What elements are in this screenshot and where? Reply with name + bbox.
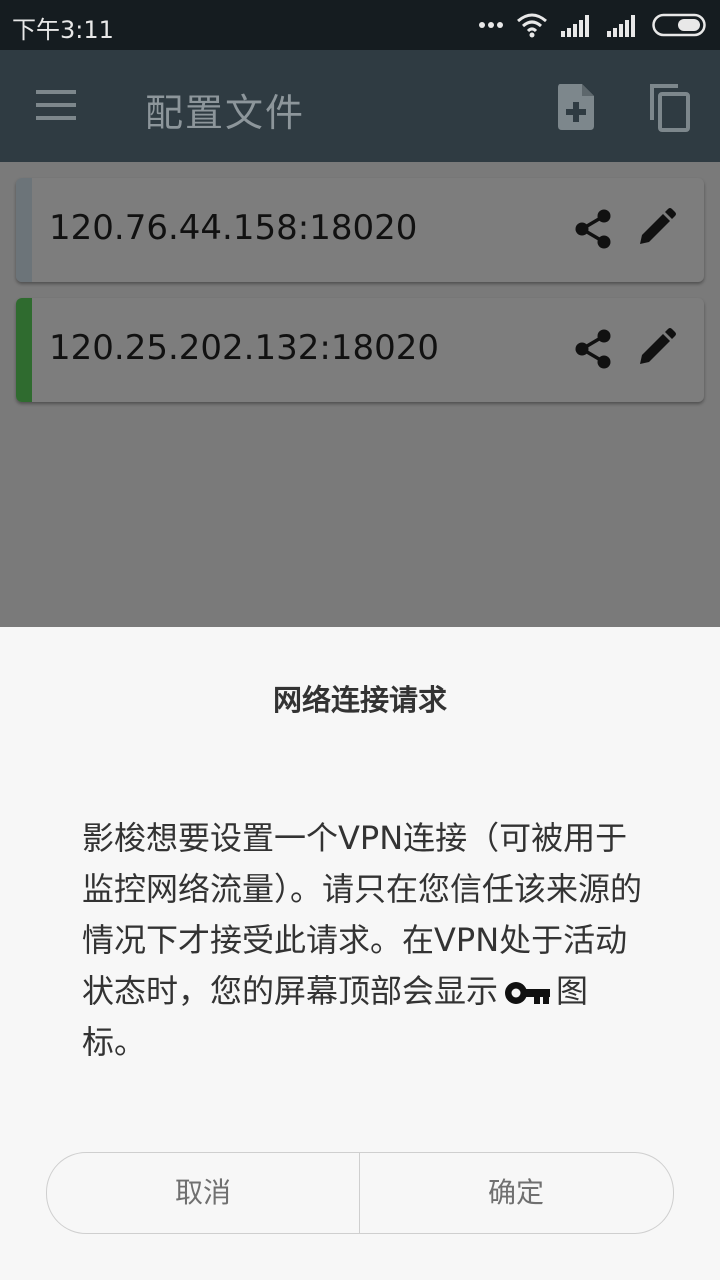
menu-icon[interactable] bbox=[36, 90, 76, 120]
ok-button[interactable]: 确定 bbox=[360, 1153, 672, 1233]
vpn-request-dialog: 网络连接请求 影梭想要设置一个VPN连接（可被用于监控网络流量）。请只在您信任该… bbox=[0, 627, 720, 1280]
status-icons bbox=[478, 10, 708, 40]
wifi-icon bbox=[517, 13, 547, 38]
profile-status-stripe bbox=[16, 178, 32, 282]
new-file-icon[interactable] bbox=[556, 84, 596, 130]
battery-icon bbox=[652, 13, 706, 37]
share-icon[interactable] bbox=[572, 328, 614, 370]
signal-icon bbox=[607, 15, 635, 37]
profile-card[interactable]: 120.76.44.158:18020 bbox=[16, 178, 704, 282]
status-bar: 下午3:11 bbox=[0, 0, 720, 50]
dialog-title: 网络连接请求 bbox=[272, 683, 447, 717]
status-time: 下午3:11 bbox=[12, 16, 114, 44]
key-icon bbox=[505, 982, 551, 1004]
app-bar: 配置文件 bbox=[0, 50, 720, 162]
profile-card[interactable]: 120.25.202.132:18020 bbox=[16, 298, 704, 402]
dialog-button-row: 取消 确定 bbox=[46, 1152, 674, 1234]
dialog-message: 影梭想要设置一个VPN连接（可被用于监控网络流量）。请只在您信任该来源的情况下才… bbox=[82, 813, 652, 1068]
edit-icon[interactable] bbox=[636, 328, 676, 368]
more-dots-icon bbox=[479, 22, 503, 28]
profile-host: 120.76.44.158:18020 bbox=[49, 208, 418, 248]
profile-host: 120.25.202.132:18020 bbox=[49, 328, 439, 368]
page-title: 配置文件 bbox=[145, 91, 306, 135]
profile-status-stripe bbox=[16, 298, 32, 402]
edit-icon[interactable] bbox=[636, 208, 676, 248]
cancel-button[interactable]: 取消 bbox=[47, 1153, 359, 1233]
copy-icon[interactable] bbox=[648, 82, 692, 132]
signal-icon bbox=[561, 15, 589, 37]
share-icon[interactable] bbox=[572, 208, 614, 250]
